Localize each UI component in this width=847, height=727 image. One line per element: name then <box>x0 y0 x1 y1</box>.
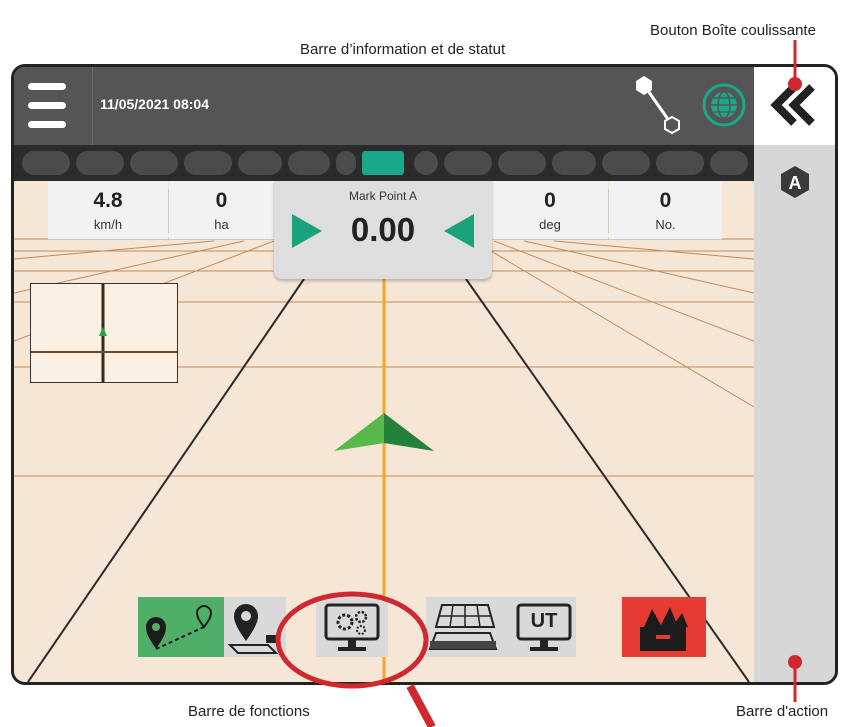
mini-map[interactable] <box>30 283 178 383</box>
boundary-point-icon[interactable] <box>634 73 682 137</box>
info-status-bar-callout: Barre d’information et de statut <box>300 41 506 58</box>
section-indicator <box>238 151 282 175</box>
cross-track-indicator[interactable]: Mark Point A 0.00 <box>274 181 492 279</box>
section-indicator <box>22 151 70 175</box>
data-tools-icon[interactable] <box>622 597 706 657</box>
slide-box-button[interactable] <box>754 67 835 145</box>
double-chevron-left-icon <box>770 84 815 126</box>
implement-map-icon[interactable] <box>426 597 512 657</box>
cross-track-label: Mark Point A <box>348 189 418 203</box>
section-indicator <box>710 151 748 175</box>
speed-value: 4.8 <box>93 189 123 212</box>
action-bar-callout: Barre d'action <box>736 703 829 720</box>
section-indicator <box>444 151 492 175</box>
a-badge-icon[interactable]: A <box>780 165 810 199</box>
section-indicator <box>336 151 356 175</box>
count-stat[interactable]: 0 No. <box>609 181 722 240</box>
display-screen: 11/05/2021 08:04 4.8 km/h 0 ha 0 deg 0 N… <box>11 64 838 685</box>
heading-unit: deg <box>539 217 561 232</box>
speed-stat[interactable]: 4.8 km/h <box>48 181 168 240</box>
action-bar: A <box>754 67 835 682</box>
section-indicator <box>602 151 650 175</box>
area-stat[interactable]: 0 ha <box>169 181 274 240</box>
section-indicator <box>76 151 124 175</box>
universal-terminal-button[interactable]: UT <box>512 597 576 657</box>
ut-label: UT <box>530 610 558 632</box>
heading-stat[interactable]: 0 deg <box>492 181 608 240</box>
area-unit: ha <box>214 217 229 232</box>
date-time: 11/05/2021 08:04 <box>100 96 209 112</box>
hamburger-icon[interactable] <box>14 67 93 145</box>
section-indicator <box>414 151 438 175</box>
function-bar-callout: Barre de fonctions <box>188 703 310 720</box>
count-unit: No. <box>655 217 676 232</box>
section-indicator <box>656 151 704 175</box>
system-setup-icon[interactable] <box>316 597 388 657</box>
section-indicator <box>184 151 232 175</box>
section-indicator <box>130 151 178 175</box>
section-bar <box>14 145 754 181</box>
area-value: 0 <box>215 189 228 212</box>
a-badge-letter: A <box>789 173 802 193</box>
count-value: 0 <box>659 189 672 212</box>
heading-value: 0 <box>544 189 556 212</box>
slide-box-button-callout: Bouton Boîte coulissante <box>650 22 816 39</box>
gnss-status-globe-icon[interactable] <box>700 81 748 129</box>
info-status-bar: 11/05/2021 08:04 <box>14 67 754 147</box>
speed-unit: km/h <box>93 217 123 232</box>
section-indicator-active <box>362 151 404 175</box>
guidance-mode-icon[interactable] <box>138 597 224 657</box>
steer-right-arrow-icon <box>292 214 322 248</box>
field-location-icon[interactable] <box>224 597 286 657</box>
section-indicator <box>552 151 596 175</box>
steer-left-arrow-icon <box>444 214 474 248</box>
section-indicator <box>288 151 330 175</box>
section-indicator <box>498 151 546 175</box>
